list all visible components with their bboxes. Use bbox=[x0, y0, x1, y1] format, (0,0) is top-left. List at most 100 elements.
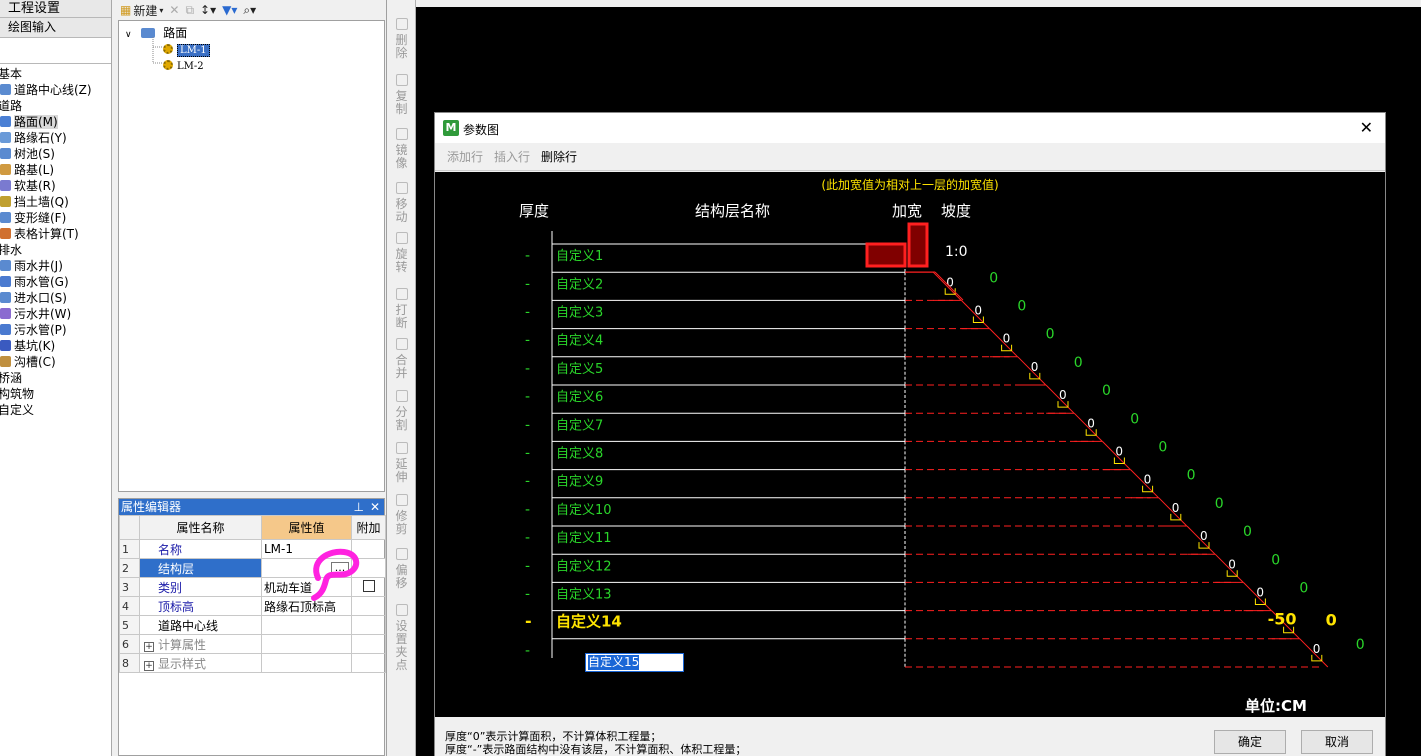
tool-2[interactable]: 镜像 bbox=[387, 128, 416, 170]
property-value-cell[interactable] bbox=[261, 653, 352, 673]
nav-item[interactable]: 基坑(K) bbox=[0, 338, 111, 354]
nav-item[interactable]: 路面(M) bbox=[0, 114, 111, 130]
tool-icon bbox=[395, 494, 408, 506]
tool-11[interactable]: 设置夹点 bbox=[387, 604, 416, 672]
nav-label: 道路 bbox=[0, 99, 23, 113]
unit-label: 单位:CM bbox=[1245, 697, 1307, 715]
nav-label: 挡土墙(Q) bbox=[14, 195, 69, 209]
close-icon[interactable]: ✕ bbox=[370, 499, 380, 515]
property-name-cell: + 显示样式 bbox=[139, 653, 262, 673]
nav-item[interactable]: 道路中心线(Z) bbox=[0, 82, 111, 98]
tool-4[interactable]: 旋转 bbox=[387, 232, 416, 274]
copy-icon[interactable]: ⧉ bbox=[185, 3, 194, 18]
layer-name: 自定义6 bbox=[556, 390, 603, 405]
nav-label: 雨水井(J) bbox=[14, 259, 63, 273]
property-row[interactable]: 5 道路中心线 bbox=[119, 615, 386, 635]
nav-item[interactable]: 污水井(W) bbox=[0, 306, 111, 322]
nav-item[interactable]: 路缘石(Y) bbox=[0, 130, 111, 146]
delete-icon[interactable]: ✕ bbox=[169, 3, 179, 17]
layer-name-edit-field[interactable]: 自定义15 bbox=[585, 653, 684, 672]
cancel-button[interactable]: 取消 bbox=[1301, 730, 1373, 754]
tab-drawing-input[interactable]: 绘图输入 bbox=[0, 18, 111, 38]
thickness-value: - bbox=[525, 333, 530, 349]
tab-project-settings[interactable]: 工程设置 bbox=[0, 0, 111, 18]
tool-10[interactable]: 偏移 bbox=[387, 548, 416, 590]
nav-category[interactable]: 自定义 bbox=[0, 402, 111, 418]
tool-7[interactable]: 分割 bbox=[387, 390, 416, 432]
nav-label: 污水管(P) bbox=[14, 323, 67, 337]
nav-item[interactable]: 沟槽(C) bbox=[0, 354, 111, 370]
nav-item[interactable]: 路基(L) bbox=[0, 162, 111, 178]
tool-1[interactable]: 复制 bbox=[387, 74, 416, 116]
tool-label: 旋转 bbox=[395, 247, 408, 274]
nav-label: 路缘石(Y) bbox=[14, 131, 67, 145]
tool-3[interactable]: 移动 bbox=[387, 182, 416, 224]
nav-label: 构筑物 bbox=[0, 387, 35, 401]
sort-icon[interactable]: ↕▾ bbox=[200, 3, 216, 17]
nav-category[interactable]: 排水 bbox=[0, 242, 111, 258]
delete-row-button[interactable]: 删除行 bbox=[541, 148, 577, 165]
property-extra-cell[interactable] bbox=[351, 634, 386, 654]
component-icon bbox=[0, 324, 11, 335]
layer-name: 自定义7 bbox=[556, 418, 603, 433]
nav-item[interactable]: 雨水管(G) bbox=[0, 274, 111, 290]
pin-icon[interactable]: ⊥ bbox=[354, 499, 364, 515]
property-extra-cell[interactable] bbox=[351, 615, 386, 635]
nav-category[interactable]: 道路 bbox=[0, 98, 111, 114]
slope-value: 0 bbox=[1046, 327, 1055, 343]
slope-value: 0 bbox=[1017, 299, 1026, 315]
find-icon[interactable]: ⌕▾ bbox=[243, 3, 256, 18]
nav-label: 路面(M) bbox=[14, 115, 58, 129]
nav-item[interactable]: 表格计算(T) bbox=[0, 226, 111, 242]
close-icon[interactable]: ✕ bbox=[1360, 118, 1373, 137]
footer-note-dash: 厚度“-”表示路面结构中没有该层，不计算面积、体积工程量； bbox=[445, 743, 747, 756]
nav-item[interactable]: 树池(S) bbox=[0, 146, 111, 162]
nav-item[interactable]: 挡土墙(Q) bbox=[0, 194, 111, 210]
layer-name: 自定义14 bbox=[556, 613, 622, 631]
slope-value: 0 bbox=[1187, 468, 1196, 484]
nav-item[interactable]: 软基(R) bbox=[0, 178, 111, 194]
thickness-value: - bbox=[525, 389, 530, 405]
property-extra-cell[interactable] bbox=[351, 653, 386, 673]
layer-name: 自定义5 bbox=[556, 362, 603, 377]
add-row-button[interactable]: 添加行 bbox=[447, 148, 483, 165]
ok-button[interactable]: 确定 bbox=[1214, 730, 1286, 754]
layer-name: 自定义12 bbox=[556, 559, 612, 574]
nav-label: 表格计算(T) bbox=[14, 227, 79, 241]
nav-spacer bbox=[0, 38, 111, 64]
slope-value: 0 bbox=[1074, 355, 1083, 371]
filter-icon[interactable]: ▼▾ bbox=[222, 3, 237, 17]
nav-label: 排水 bbox=[0, 243, 23, 257]
tool-0[interactable]: 删除 bbox=[387, 18, 416, 60]
property-value-cell[interactable] bbox=[261, 615, 352, 635]
widen-value: 0 bbox=[1003, 332, 1011, 346]
expand-icon[interactable]: + bbox=[144, 641, 154, 652]
insert-row-button[interactable]: 插入行 bbox=[494, 148, 530, 165]
new-button[interactable]: ▦ 新建 ▾ bbox=[120, 2, 163, 19]
nav-item[interactable]: 雨水井(J) bbox=[0, 258, 111, 274]
property-name-cell: 道路中心线 bbox=[139, 615, 262, 635]
tool-label: 设置夹点 bbox=[395, 619, 408, 672]
tool-6[interactable]: 合并 bbox=[387, 338, 416, 380]
nav-item[interactable]: 污水管(P) bbox=[0, 322, 111, 338]
expand-icon[interactable]: + bbox=[144, 660, 154, 671]
layer-name: 自定义8 bbox=[556, 447, 603, 462]
tool-icon bbox=[395, 74, 408, 86]
nav-item[interactable]: 进水口(S) bbox=[0, 290, 111, 306]
chevron-down-icon: ▾ bbox=[159, 5, 164, 15]
property-value-cell[interactable] bbox=[261, 634, 352, 654]
nav-category[interactable]: 基本 bbox=[0, 66, 111, 82]
tool-5[interactable]: 打断 bbox=[387, 288, 416, 330]
nav-category[interactable]: 构筑物 bbox=[0, 386, 111, 402]
thickness-value: - bbox=[525, 502, 530, 518]
property-row[interactable]: 6 + 计算属性 bbox=[119, 634, 386, 654]
layer-name: 自定义3 bbox=[556, 306, 603, 321]
row-number: 1 bbox=[119, 539, 140, 559]
layer-name: 自定义1 bbox=[556, 249, 603, 264]
property-row[interactable]: 8 + 显示样式 bbox=[119, 653, 386, 673]
tool-9[interactable]: 修剪 bbox=[387, 494, 416, 536]
nav-category[interactable]: 桥涵 bbox=[0, 370, 111, 386]
nav-item[interactable]: 变形缝(F) bbox=[0, 210, 111, 226]
slope-value: 0 bbox=[1243, 524, 1252, 540]
tool-8[interactable]: 延伸 bbox=[387, 442, 416, 484]
